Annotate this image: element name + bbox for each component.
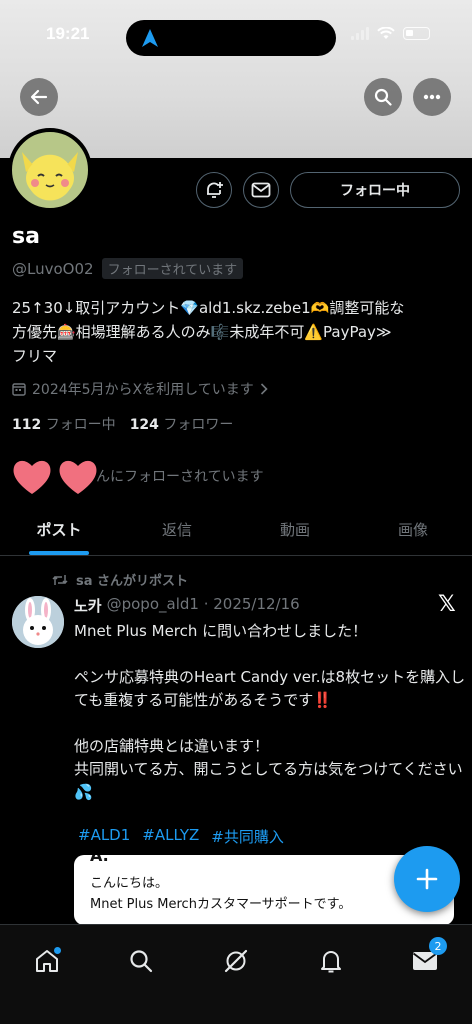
post-text: Mnet Plus Merch に問い合わせしました！ ペンサ応募特典のHear… [74, 622, 466, 801]
bottom-navigation: 2 [0, 924, 472, 1024]
profile-tabs: ポスト 返信 動画 画像 [0, 510, 472, 556]
nav-grok[interactable] [214, 939, 258, 983]
post-header: 노카 @popo_ald1 · 2025/12/16 [74, 595, 300, 616]
attached-image-line: こんにちは。 [90, 876, 169, 891]
avatar-character-image [22, 152, 78, 198]
bell-icon [321, 951, 341, 973]
following-label: フォロー中 [45, 417, 116, 433]
repost-indicator: sa さんがリポスト [52, 570, 188, 589]
bio-line: 方優先🎰相場理解ある人のみ🎼未成年不可⚠️PayPay≫ [12, 323, 392, 341]
heart-sticker-icon [13, 460, 51, 494]
followers-link[interactable]: 124 フォロワー [130, 414, 234, 434]
message-button[interactable] [243, 172, 279, 208]
hashtag-link[interactable]: #ALLYZ [142, 826, 199, 847]
dynamic-island [126, 20, 336, 56]
nav-notifications[interactable] [309, 939, 353, 983]
back-button[interactable] [20, 78, 58, 116]
compose-button[interactable] [394, 846, 460, 912]
following-link[interactable]: 112 フォロー中 [12, 414, 116, 434]
attached-image-line: Mnet Plus Merchカスタマーサポートです。 [90, 897, 352, 912]
notify-button[interactable] [196, 172, 232, 208]
nav-messages[interactable]: 2 [403, 937, 447, 983]
system-indicators [351, 26, 430, 40]
search-icon [130, 950, 153, 973]
messages-badge: 2 [429, 937, 447, 955]
following-count: 112 [12, 417, 42, 433]
followers-label: フォロワー [163, 417, 234, 433]
plus-icon [416, 868, 438, 890]
attached-image-cut-text: A. [90, 855, 109, 865]
more-button[interactable] [413, 78, 451, 116]
search-button[interactable] [364, 78, 402, 116]
status-bar: 19:21 [0, 20, 472, 56]
calendar-icon [12, 383, 26, 396]
repost-icon [52, 574, 68, 585]
bio-line: フリマ [12, 347, 58, 365]
joined-text: 2024年5月からXを利用しています [32, 382, 254, 398]
profile-bio: 25↑30↓取引アカウント💎ald1.skz.zebe1🫶調整可能な 方優先🎰相… [12, 296, 462, 368]
tab-posts[interactable]: ポスト [0, 510, 118, 555]
more-dots-icon [423, 94, 441, 100]
tab-replies[interactable]: 返信 [118, 510, 236, 555]
profile-avatar[interactable] [8, 128, 92, 212]
profile-handle: @LuvoO02 [12, 259, 94, 278]
mutual-followers[interactable]: んにフォローされています [10, 454, 264, 498]
follow-counts: 112 フォロー中 124 フォロワー [12, 414, 233, 434]
bell-plus-icon [207, 182, 223, 198]
mutual-followers-text: んにフォローされています [96, 469, 264, 485]
cellular-signal-icon [351, 26, 369, 40]
post-author-name[interactable]: 노카 [74, 595, 102, 616]
bunny-avatar-image [12, 596, 64, 648]
joined-date[interactable]: 2024年5月からXを利用しています [12, 379, 268, 399]
tab-videos[interactable]: 動画 [236, 510, 354, 555]
back-arrow-icon [30, 89, 48, 105]
grok-icon [224, 949, 248, 973]
nav-search[interactable] [119, 939, 163, 983]
clock: 19:21 [46, 24, 90, 43]
chevron-right-icon [260, 383, 268, 395]
wifi-icon [377, 26, 395, 39]
repost-label: sa さんがリポスト [76, 574, 189, 589]
mail-icon [251, 182, 271, 198]
battery-icon [403, 26, 430, 40]
bio-line: 25↑30↓取引アカウント💎ald1.skz.zebe1🫶調整可能な [12, 299, 405, 317]
profile-name: sa [12, 224, 40, 249]
following-button[interactable]: フォロー中 [290, 172, 460, 208]
tab-images[interactable]: 画像 [354, 510, 472, 555]
hashtag-link[interactable]: #共同購入 [211, 826, 284, 847]
heart-sticker-icon [59, 460, 97, 494]
home-unread-dot [54, 947, 61, 954]
search-icon [374, 88, 392, 106]
post-hashtags: #ALD1 #ALLYZ #共同購入 [78, 826, 284, 847]
navigation-arrow-icon [142, 29, 158, 47]
hashtag-link[interactable]: #ALD1 [78, 826, 130, 847]
post-author-avatar[interactable] [12, 596, 64, 648]
follows-you-badge: フォローされています [101, 258, 244, 279]
handle-row: @LuvoO02 フォローされています [12, 258, 244, 279]
followers-count: 124 [129, 417, 159, 433]
x-logo-icon: 𝕏 [438, 592, 456, 617]
nav-home[interactable] [25, 939, 69, 983]
post-handle-date: @popo_ald1 · 2025/12/16 [106, 595, 300, 613]
